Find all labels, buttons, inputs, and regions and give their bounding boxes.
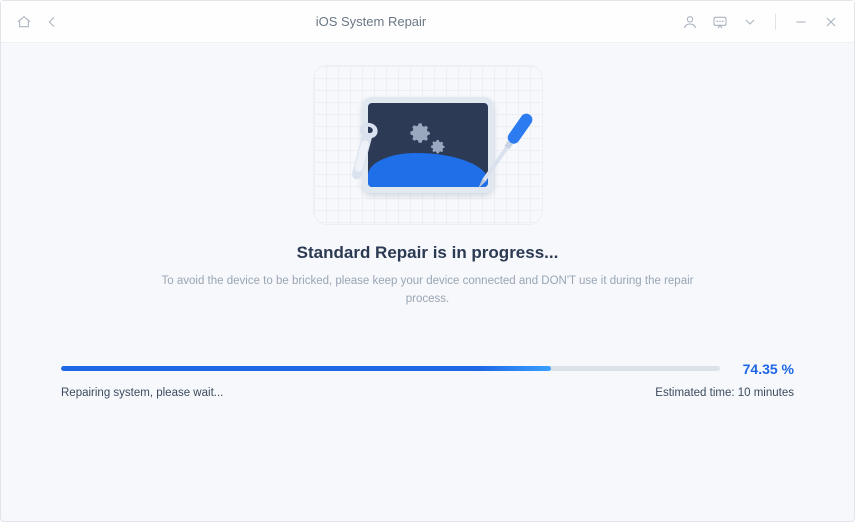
titlebar: iOS System Repair [1, 1, 854, 43]
progress-heading: Standard Repair is in progress... [297, 243, 559, 263]
gear-icon [428, 137, 446, 155]
back-icon[interactable] [43, 13, 61, 31]
status-text: Repairing system, please wait... [61, 387, 223, 399]
chevron-down-icon[interactable] [741, 13, 759, 31]
repair-illustration [313, 65, 543, 225]
home-icon[interactable] [15, 13, 33, 31]
progress-bar [61, 366, 720, 371]
main-content: Standard Repair is in progress... To avo… [1, 43, 854, 521]
estimated-time: Estimated time: 10 minutes [655, 387, 794, 399]
close-icon[interactable] [822, 13, 840, 31]
status-row: Repairing system, please wait... Estimat… [61, 387, 794, 399]
progress-percent: 74.35 % [734, 361, 794, 377]
progress-fill [61, 366, 551, 371]
minimize-icon[interactable] [792, 13, 810, 31]
progress-row: 74.35 % [61, 361, 794, 377]
titlebar-divider [775, 14, 776, 30]
feedback-icon[interactable] [711, 13, 729, 31]
app-window: iOS System Repair [0, 0, 855, 522]
user-icon[interactable] [681, 13, 699, 31]
app-title: iOS System Repair [61, 14, 681, 29]
progress-subtext: To avoid the device to be bricked, pleas… [158, 273, 698, 309]
